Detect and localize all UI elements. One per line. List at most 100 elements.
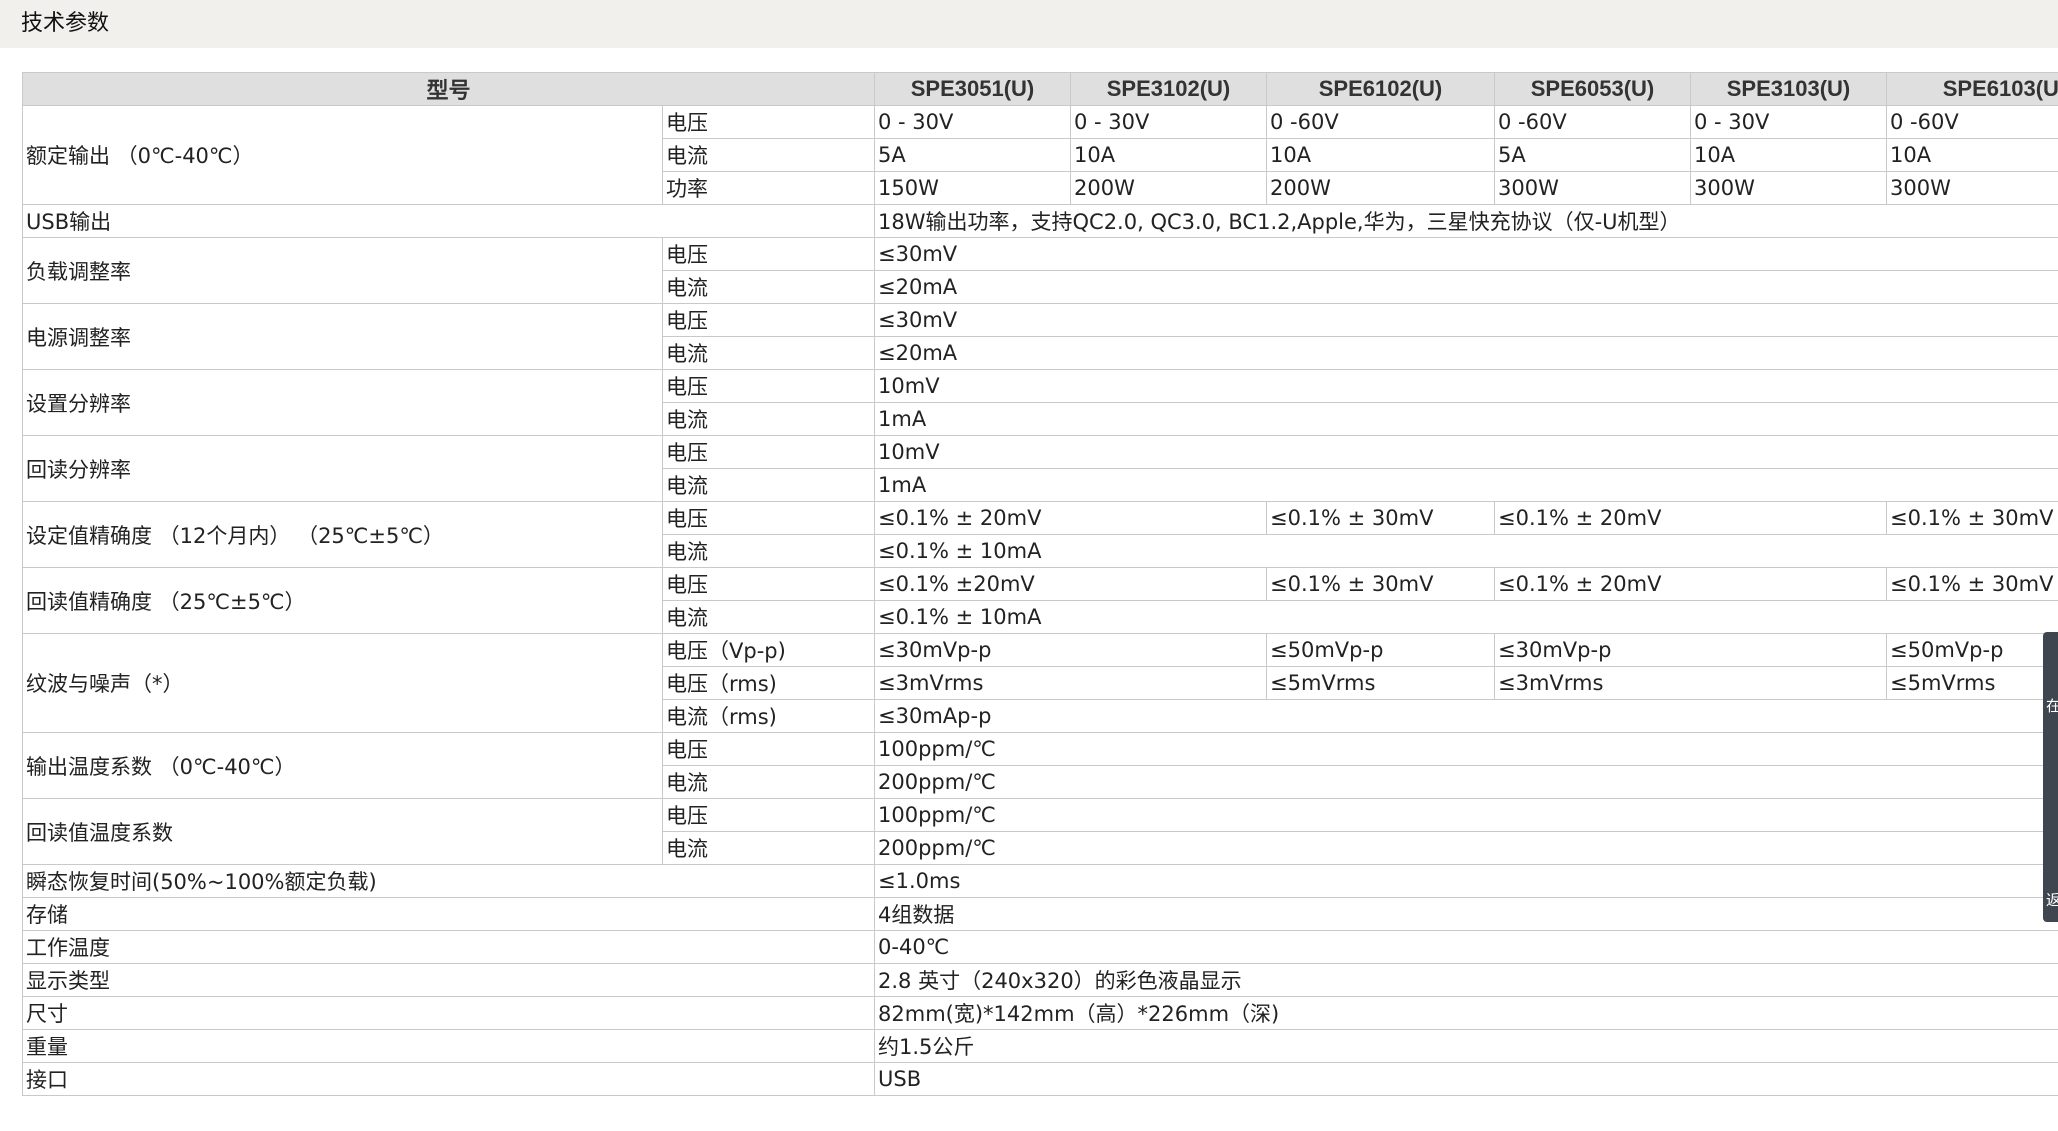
row-label: 回读值温度系数 [22, 798, 663, 865]
table-cell: 82mm(宽)*142mm（高）*226mm（深) [874, 996, 2058, 1030]
table-cell: 4组数据 [874, 897, 2058, 931]
row-sublabel: 电压 [661, 369, 876, 403]
table-cell: ≤50mVp-p [1266, 633, 1496, 667]
row-label: 瞬态恢复时间(50%~100%额定负载) [22, 864, 876, 898]
row-sublabel: 电流（rms) [661, 699, 876, 733]
table-cell: 约1.5公斤 [874, 1029, 2058, 1063]
table-cell: 200ppm/℃ [874, 831, 2058, 865]
table-cell: 300W [1690, 171, 1888, 205]
row-label: 额定输出 （0℃-40℃） [22, 105, 663, 205]
row-sublabel: 电压 [661, 501, 876, 535]
table-row: 设置分辨率 电压 10mV [22, 369, 2058, 436]
row-label: 负载调整率 [22, 237, 663, 304]
row-sublabel: 电流 [661, 270, 876, 304]
table-row: 回读值温度系数 电压 100ppm/℃ [22, 798, 2058, 865]
table-cell: 300W [1886, 171, 2058, 205]
table-cell: 10A [1266, 138, 1496, 172]
table-row: 尺寸 82mm(宽)*142mm（高）*226mm（深) [22, 996, 2058, 1030]
table-row: 显示类型 2.8 英寸（240x320）的彩色液晶显示 [22, 963, 2058, 997]
row-label: 显示类型 [22, 963, 876, 997]
table-cell: ≤5mVrms [1886, 666, 2058, 700]
row-sublabel: 电压 [661, 303, 876, 337]
row-label: 重量 [22, 1029, 876, 1063]
section-title: 技术参数 [21, 11, 110, 36]
table-cell: 10A [1690, 138, 1888, 172]
table-cell: ≤30mV [874, 303, 2058, 337]
table-cell: ≤0.1% ±20mV [874, 567, 1268, 601]
header-model: SPE6102(U) [1266, 72, 1496, 106]
table-cell: 0 -60V [1494, 105, 1692, 139]
table-row: 回读值精确度 （25℃±5℃） 电压 ≤0.1% ±20mV ≤0.1% ± 3… [22, 567, 2058, 634]
header-model: SPE6053(U) [1494, 72, 1692, 106]
table-cell: ≤0.1% ± 30mV [1886, 501, 2058, 535]
table-row: 负载调整率 电压 ≤30mV [22, 237, 2058, 304]
table-cell: 10A [1070, 138, 1268, 172]
row-sublabel: 电压 [661, 732, 876, 766]
table-cell: 5A [874, 138, 1072, 172]
row-sublabel: 电压 [661, 798, 876, 832]
table-row: 回读分辨率 电压 10mV [22, 435, 2058, 502]
header-model: SPE3051(U) [874, 72, 1072, 106]
table-cell: 0 -60V [1266, 105, 1496, 139]
table-row: 重量 约1.5公斤 [22, 1029, 2058, 1063]
table-cell: 18W输出功率，支持QC2.0, QC3.0, BC1.2,Apple,华为，三… [874, 204, 2058, 238]
table-cell: 5A [1494, 138, 1692, 172]
row-sublabel: 电压（Vp-p) [661, 633, 876, 667]
spec-table: 型号 SPE3051(U) SPE3102(U) SPE6102(U) SPE6… [22, 72, 2058, 1096]
header-model: SPE3103(U) [1690, 72, 1888, 106]
row-label: 接口 [22, 1062, 876, 1096]
table-cell: ≤30mVp-p [874, 633, 1268, 667]
table-cell: 1mA [874, 468, 2058, 502]
table-cell: ≤30mV [874, 237, 2058, 271]
row-sublabel: 电流 [661, 534, 876, 568]
table-cell: 10A [1886, 138, 2058, 172]
table-cell: ≤20mA [874, 270, 2058, 304]
row-sublabel: 电压 [661, 435, 876, 469]
table-row: 瞬态恢复时间(50%~100%额定负载) ≤1.0ms [22, 864, 2058, 898]
table-cell: 0 - 30V [1690, 105, 1888, 139]
row-label: 纹波与噪声（*） [22, 633, 663, 733]
table-cell: 1mA [874, 402, 2058, 436]
row-sublabel: 电流 [661, 831, 876, 865]
table-row: 工作温度 0-40℃ [22, 930, 2058, 964]
table-cell: USB [874, 1062, 2058, 1096]
table-cell: ≤5mVrms [1266, 666, 1496, 700]
table-row: 纹波与噪声（*） 电压（Vp-p) ≤30mVp-p ≤50mVp-p ≤30m… [22, 633, 2058, 733]
row-label: 尺寸 [22, 996, 876, 1030]
header-row: 型号 SPE3051(U) SPE3102(U) SPE6102(U) SPE6… [22, 72, 2058, 106]
header-model: SPE6103(U) [1886, 72, 2058, 106]
table-cell: 2.8 英寸（240x320）的彩色液晶显示 [874, 963, 2058, 997]
row-sublabel: 功率 [661, 171, 876, 205]
table-cell: ≤0.1% ± 20mV [1494, 501, 1888, 535]
row-label: USB输出 [22, 204, 876, 238]
row-sublabel: 电压 [661, 237, 876, 271]
table-row: 存储 4组数据 [22, 897, 2058, 931]
table-row: 电源调整率 电压 ≤30mV [22, 303, 2058, 370]
table-cell: ≤3mVrms [874, 666, 1268, 700]
table-cell: ≤30mVp-p [1494, 633, 1888, 667]
row-label: 回读值精确度 （25℃±5℃） [22, 567, 663, 634]
table-cell: 10mV [874, 369, 2058, 403]
row-label: 回读分辨率 [22, 435, 663, 502]
table-cell: 100ppm/℃ [874, 798, 2058, 832]
floating-side-tab[interactable]: 在 返 [2043, 632, 2058, 922]
row-sublabel: 电压 [661, 567, 876, 601]
table-cell: ≤0.1% ± 30mV [1266, 501, 1496, 535]
table-cell: ≤0.1% ± 10mA [874, 534, 2058, 568]
side-tab-top-glyph: 在 [2046, 697, 2058, 715]
row-sublabel: 电流 [661, 468, 876, 502]
row-sublabel: 电流 [661, 600, 876, 634]
row-label: 设定值精确度 （12个月内） （25℃±5℃） [22, 501, 663, 568]
side-tab-bottom-glyph: 返 [2046, 891, 2058, 909]
table-row: USB输出 18W输出功率，支持QC2.0, QC3.0, BC1.2,Appl… [22, 204, 2058, 238]
table-cell: ≤30mAp-p [874, 699, 2058, 733]
table-cell: 300W [1494, 171, 1692, 205]
table-cell: ≤0.1% ± 10mA [874, 600, 2058, 634]
table-cell: 150W [874, 171, 1072, 205]
table-cell: 200ppm/℃ [874, 765, 2058, 799]
table-cell: 200W [1266, 171, 1496, 205]
row-sublabel: 电流 [661, 138, 876, 172]
row-label: 电源调整率 [22, 303, 663, 370]
row-sublabel: 电压 [661, 105, 876, 139]
table-cell: 100ppm/℃ [874, 732, 2058, 766]
